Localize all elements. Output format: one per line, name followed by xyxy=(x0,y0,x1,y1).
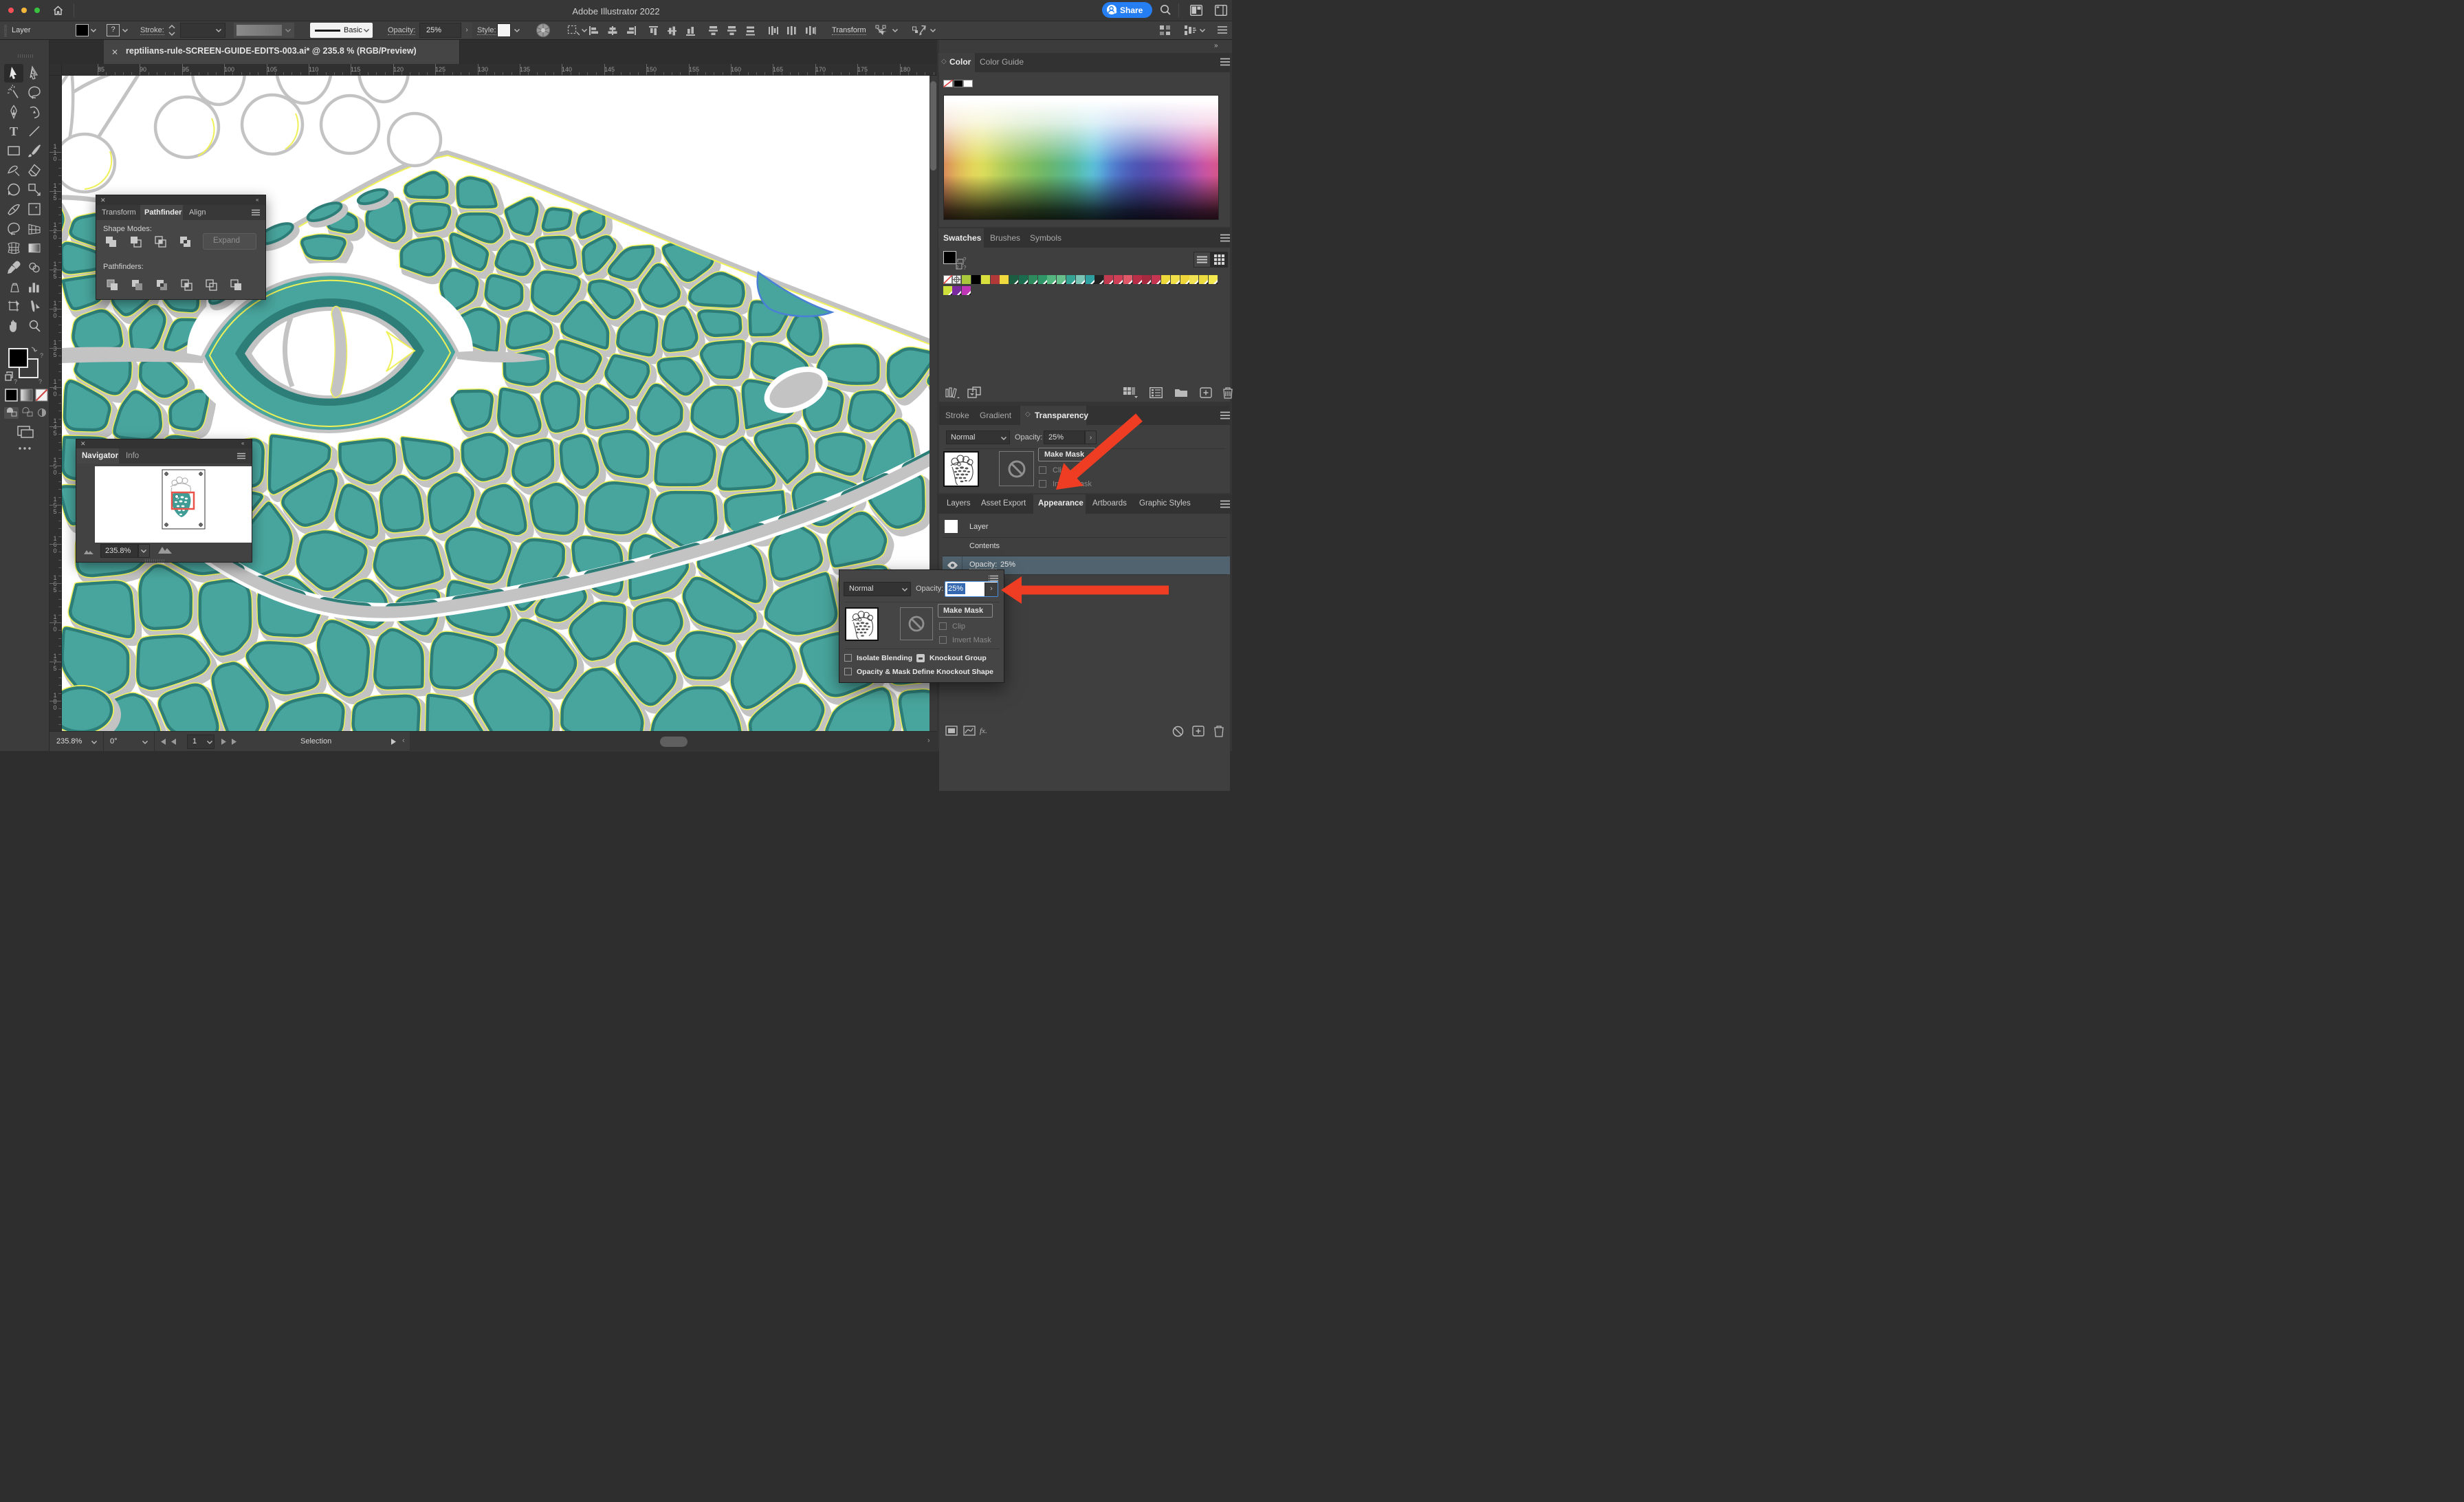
svg-text:T: T xyxy=(10,124,18,138)
svg-text:?: ? xyxy=(963,265,967,270)
svg-text:?: ? xyxy=(956,265,959,270)
svg-text:?: ? xyxy=(38,378,42,385)
svg-text:?: ? xyxy=(14,378,17,385)
svg-text:?: ? xyxy=(963,257,967,263)
svg-text:?: ? xyxy=(40,352,43,359)
